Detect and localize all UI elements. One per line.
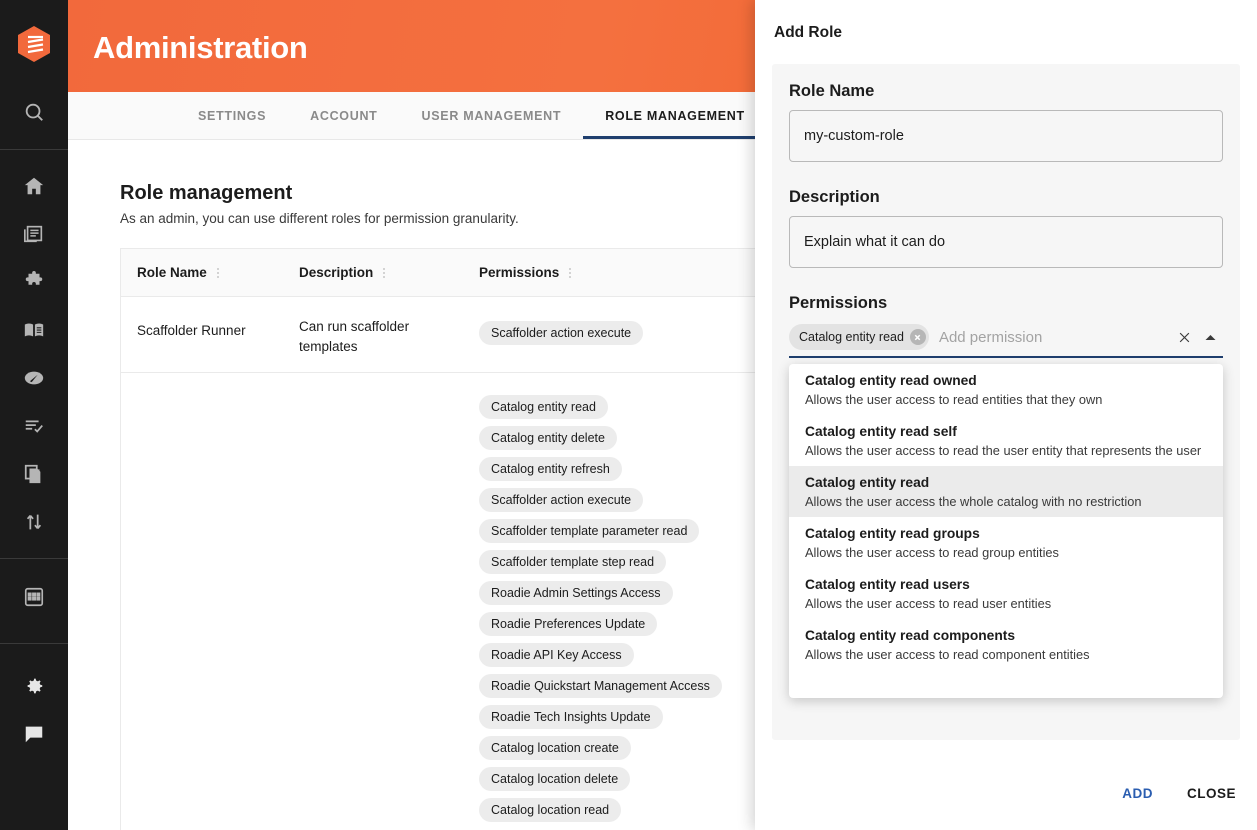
permission-chip: Scaffolder template step read	[479, 550, 667, 575]
column-header-description[interactable]: Description	[299, 249, 479, 296]
permission-chip: Scaffolder action execute	[479, 321, 644, 345]
tech-insights-checklist-icon[interactable]	[0, 402, 68, 450]
column-menu-icon[interactable]	[216, 266, 219, 280]
column-header-label: Description	[299, 265, 374, 280]
drawer-body: Role Name Description Permissions Catalo…	[755, 42, 1257, 756]
explore-compass-icon[interactable]	[0, 354, 68, 402]
settings-gear-icon[interactable]	[0, 662, 68, 710]
option-item[interactable]: Catalog entity read components Allows th…	[789, 619, 1223, 670]
option-title: Catalog entity read owned	[805, 373, 977, 388]
option-description: Allows the user access to read user enti…	[805, 596, 1052, 611]
permission-chip-list: Scaffolder action execute	[479, 321, 779, 352]
description-label: Description	[789, 188, 880, 206]
permissions-input-field[interactable]: Catalog entity read	[789, 322, 1223, 358]
option-title: Catalog entity read groups	[805, 526, 980, 541]
close-button[interactable]: CLOSE	[1187, 786, 1236, 801]
role-name-label: Role Name	[789, 82, 875, 100]
permission-chip: Catalog location delete	[479, 767, 631, 792]
permission-chip: Catalog location read	[479, 798, 622, 823]
option-item[interactable]: Catalog entity read self Allows the user…	[789, 415, 1223, 466]
permission-chip: Roadie Tech Insights Update	[479, 705, 663, 730]
selected-permission-chip[interactable]: Catalog entity read	[789, 324, 929, 350]
sidebar-divider	[0, 643, 68, 644]
permission-chip: Roadie Quickstart Management Access	[479, 674, 722, 699]
option-description: Allows the user access to read the user …	[805, 443, 1202, 458]
column-header-permissions[interactable]: Permissions	[479, 249, 739, 296]
home-icon[interactable]	[0, 162, 68, 210]
puzzle-icon[interactable]	[0, 258, 68, 306]
tab-settings[interactable]: SETTINGS	[176, 92, 288, 139]
option-item[interactable]: Catalog entity read users Allows the use…	[789, 568, 1223, 619]
cell-permissions: Catalog entity read Catalog entity delet…	[479, 373, 779, 830]
permission-chip: Catalog entity read	[479, 395, 608, 420]
cell-description	[299, 373, 479, 830]
sidebar	[0, 0, 68, 830]
chip-remove-icon[interactable]	[909, 329, 926, 345]
cell-permissions: Scaffolder action execute	[479, 297, 779, 372]
permission-chip: Scaffolder action execute	[479, 488, 644, 513]
cell-role-name: Scaffolder Runner	[137, 323, 246, 338]
permission-chip: Roadie Admin Settings Access	[479, 581, 673, 606]
column-header-label: Role Name	[137, 265, 207, 280]
sidebar-divider	[0, 149, 68, 150]
option-item-selected[interactable]: Catalog entity read Allows the user acce…	[789, 466, 1223, 517]
permission-chip: Scaffolder template parameter read	[479, 519, 700, 544]
permission-chip: Roadie API Key Access	[479, 643, 634, 668]
permissions-options-popup[interactable]: Catalog entity read owned Allows the use…	[789, 364, 1223, 698]
option-title: Catalog entity read self	[805, 424, 957, 439]
column-header-role-name[interactable]: Role Name	[121, 249, 299, 296]
catalog-icon[interactable]	[0, 210, 68, 258]
add-button[interactable]: ADD	[1122, 786, 1153, 801]
add-role-form-card: Role Name Description Permissions Catalo…	[772, 64, 1240, 740]
permissions-label: Permissions	[789, 294, 888, 312]
docs-book-icon[interactable]	[0, 306, 68, 354]
permission-chip: Catalog entity delete	[479, 426, 617, 451]
drawer-title: Add Role	[774, 24, 843, 41]
chip-label: Catalog entity read	[799, 330, 904, 344]
permission-search-input[interactable]	[928, 328, 1171, 346]
permissions-autocomplete: Catalog entity read Add permission Catal…	[789, 322, 1223, 698]
option-item[interactable]: Catalog entity read groups Allows the us…	[789, 517, 1223, 568]
clear-icon[interactable]	[1171, 330, 1197, 345]
templates-copy-icon[interactable]	[0, 450, 68, 498]
option-title: Catalog entity read users	[805, 577, 970, 592]
option-description: Allows the user access to read group ent…	[805, 545, 1059, 560]
chevron-up-icon[interactable]	[1197, 330, 1223, 345]
search-icon[interactable]	[0, 88, 68, 136]
column-header-label: Permissions	[479, 265, 560, 280]
tab-role-management[interactable]: ROLE MANAGEMENT	[583, 92, 767, 139]
sidebar-divider	[0, 558, 68, 559]
cell-description: Can run scaffolder templates	[299, 319, 410, 354]
option-description: Allows the user access to read component…	[805, 647, 1090, 662]
feedback-chat-icon[interactable]	[0, 710, 68, 758]
permission-chip: Catalog location create	[479, 736, 631, 761]
option-item[interactable]: Catalog entity read owned Allows the use…	[789, 364, 1223, 415]
option-description: Allows the user access the whole catalog…	[805, 494, 1142, 509]
role-name-input[interactable]	[789, 110, 1223, 162]
grid-tools-icon[interactable]	[0, 573, 68, 621]
app-root: Administration SETTINGS ACCOUNT USER MAN…	[0, 0, 1257, 830]
cell-role-name	[121, 373, 299, 830]
permission-chip-list: Catalog entity read Catalog entity delet…	[479, 395, 779, 829]
permission-chip: Roadie Preferences Update	[479, 612, 658, 637]
option-description: Allows the user access to read entities …	[805, 392, 1103, 407]
tab-account[interactable]: ACCOUNT	[288, 92, 399, 139]
api-transfer-icon[interactable]	[0, 498, 68, 546]
option-title: Catalog entity read components	[805, 628, 1016, 643]
add-role-drawer: Add Role Role Name Description Permissio…	[755, 0, 1257, 830]
description-input[interactable]	[789, 216, 1223, 268]
option-title: Catalog entity read	[805, 475, 930, 490]
permission-chip: Catalog entity refresh	[479, 457, 622, 482]
drawer-footer: ADD CLOSE	[755, 756, 1257, 830]
tab-user-management[interactable]: USER MANAGEMENT	[400, 92, 584, 139]
column-menu-icon[interactable]	[383, 266, 386, 280]
roadie-logo[interactable]	[0, 0, 68, 88]
column-menu-icon[interactable]	[569, 266, 572, 280]
